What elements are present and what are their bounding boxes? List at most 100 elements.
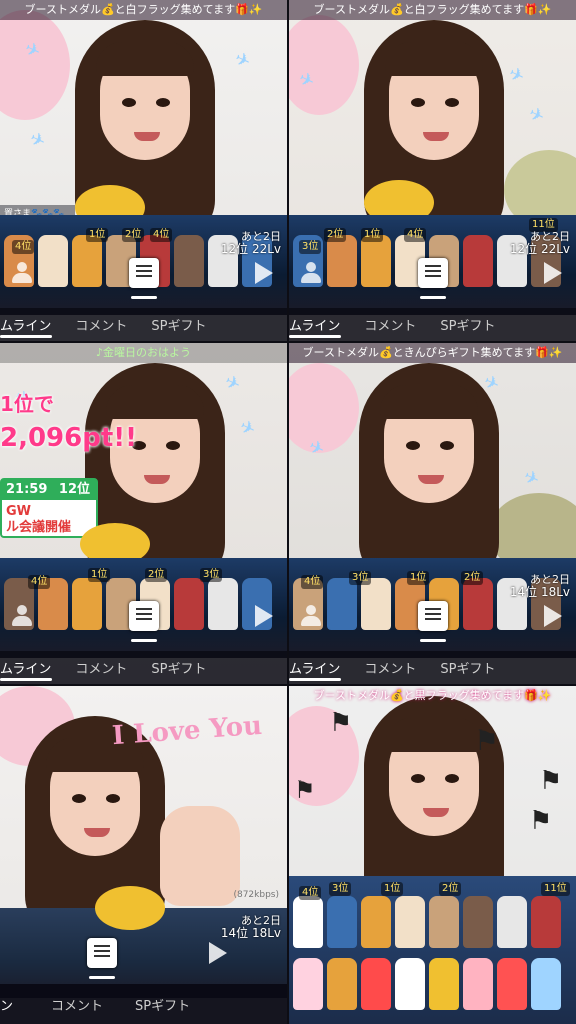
- rank-badge: 1位: [407, 571, 430, 585]
- play-icon[interactable]: [544, 605, 562, 627]
- document-icon[interactable]: [129, 601, 159, 631]
- rank-badge: 2位: [122, 228, 145, 242]
- document-indicator: [131, 296, 157, 299]
- event-clock-panel: 21:59 12位 GW ル会議開催: [0, 478, 98, 538]
- event-rank: 12位: [58, 482, 90, 497]
- document-icon[interactable]: [418, 258, 448, 288]
- tab-timeline[interactable]: ムライン: [289, 315, 350, 334]
- stream-tile-3[interactable]: ✈ ✈ ✈ 1位で 2,096pt!! 21:59 12位 GW ル会議開催 ♪…: [0, 343, 287, 684]
- stream-tile-6[interactable]: ⚑ ⚑ ⚑ ⚑ ⚑ ブーストメダル💰と黒フラッグ集めてます🎁✨ 4位 3位 1位…: [289, 686, 576, 1024]
- tab-sp-gift[interactable]: SPギフト: [135, 995, 200, 1014]
- tab-sp-gift[interactable]: SPギフト: [151, 658, 216, 677]
- fan-characters: [289, 958, 576, 1018]
- event-rank: 12位: [220, 242, 249, 256]
- rank-badge: 2位: [439, 882, 462, 896]
- play-icon[interactable]: [209, 942, 227, 964]
- stream-tile-5[interactable]: I Love You (872kbps) あと2日 14位 18Lv ン コメン…: [0, 686, 287, 1024]
- event-subtitle: ル会議開催: [6, 520, 72, 535]
- black-flag-sticker: ⚑: [539, 766, 563, 796]
- clock-time: 21:59: [6, 482, 48, 497]
- stream-tile-2[interactable]: ✈ ✈ ✈ ブーストメダル💰と白フラッグ集めてます🎁✨ 3位 1位 4位 2位 …: [289, 0, 576, 341]
- document-indicator: [131, 639, 157, 642]
- event-rank: 14位: [220, 926, 249, 940]
- rank-badge: 4位: [12, 240, 35, 254]
- ranking-characters: [289, 896, 576, 956]
- document-indicator: [420, 296, 446, 299]
- tab-timeline[interactable]: ムライン: [0, 658, 61, 677]
- active-tab-indicator: [0, 678, 52, 681]
- document-icon[interactable]: [129, 258, 159, 288]
- event-info: あと2日 12位 22Lv: [510, 230, 570, 256]
- stream-banner: ブーストメダル💰と黒フラッグ集めてます🎁✨: [313, 689, 552, 702]
- rank-badge: 11位: [541, 882, 570, 896]
- rank-badge: 1位: [88, 568, 111, 582]
- active-tab-indicator: [289, 335, 341, 338]
- rank-badge: 1位: [86, 228, 109, 242]
- tab-sp-gift[interactable]: SPギフト: [440, 315, 505, 334]
- active-tab-indicator: [0, 335, 52, 338]
- rank-badge: 2位: [324, 228, 347, 242]
- level: 22Lv: [251, 242, 281, 256]
- black-flag-sticker: ⚑: [474, 724, 500, 757]
- rank-badge: 4位: [28, 575, 51, 589]
- tab-comment[interactable]: コメント: [51, 995, 113, 1014]
- rank-announcement-text: 1位で: [0, 392, 54, 416]
- user-icon[interactable]: [301, 605, 321, 627]
- user-icon[interactable]: [301, 262, 321, 284]
- tab-timeline[interactable]: ムライン: [289, 658, 350, 677]
- rank-badge: 1位: [381, 882, 404, 896]
- stream-grid: ✈ ✈ ✈ 置さま🐾🐾🐾🐾 ブーストメダル💰と白フラッグ集めてます🎁✨ 4位 1…: [0, 0, 576, 1024]
- play-icon[interactable]: [255, 262, 273, 284]
- rank-badge: 3位: [200, 568, 223, 582]
- rank-badge: 3位: [349, 571, 372, 585]
- stream-banner: ブーストメダル💰と白フラッグ集めてます🎁✨: [0, 0, 287, 20]
- user-icon[interactable]: [12, 262, 32, 284]
- angel-mascot: [95, 886, 165, 930]
- stream-banner: ♪金曜日のおはよう: [0, 343, 287, 363]
- tab-comment[interactable]: コメント: [364, 658, 426, 677]
- user-icon[interactable]: [12, 605, 32, 627]
- rank-badge: 4位: [301, 575, 324, 589]
- event-rank: 12位: [509, 242, 538, 256]
- tab-timeline[interactable]: ムライン: [0, 315, 61, 334]
- rank-badge: 4位: [299, 886, 322, 900]
- document-indicator: [420, 639, 446, 642]
- tab-bar: ン コメント SPギフト: [0, 984, 287, 1024]
- rank-badge: 2位: [145, 568, 168, 582]
- stream-banner: ブーストメダル💰と白フラッグ集めてます🎁✨: [289, 0, 576, 20]
- rank-badge: 4位: [150, 228, 173, 242]
- event-title: GW: [6, 504, 32, 519]
- rank-badge: 4位: [404, 228, 427, 242]
- event-info: あと2日 14位 18Lv: [221, 914, 281, 940]
- points-text: 2,096pt!!: [0, 423, 137, 453]
- peace-hand: [160, 806, 240, 906]
- level: 22Lv: [540, 242, 570, 256]
- black-flag-sticker: ⚑: [294, 776, 316, 804]
- stream-banner: ブーストメダル💰ときんぴらギフト集めてます🎁✨: [289, 343, 576, 363]
- tab-timeline[interactable]: ン: [0, 995, 23, 1014]
- tab-sp-gift[interactable]: SPギフト: [151, 315, 216, 334]
- rank-announcement: 1位で 2,096pt!!: [0, 388, 137, 468]
- tab-comment[interactable]: コメント: [364, 315, 426, 334]
- active-tab-indicator: [289, 678, 341, 681]
- event-rank: 14位: [509, 585, 538, 599]
- level: 18Lv: [540, 585, 570, 599]
- stream-tile-1[interactable]: ✈ ✈ ✈ 置さま🐾🐾🐾🐾 ブーストメダル💰と白フラッグ集めてます🎁✨ 4位 1…: [0, 0, 287, 341]
- event-info: あと2日 14位 18Lv: [510, 573, 570, 599]
- play-icon[interactable]: [544, 262, 562, 284]
- black-flag-sticker: ⚑: [529, 806, 553, 836]
- tab-comment[interactable]: コメント: [75, 315, 137, 334]
- bitrate-label: (872kbps): [233, 890, 279, 900]
- tab-sp-gift[interactable]: SPギフト: [440, 658, 505, 677]
- play-icon[interactable]: [255, 605, 273, 627]
- event-info: あと2日 12位 22Lv: [221, 230, 281, 256]
- document-icon[interactable]: [87, 938, 117, 968]
- rank-badge: 3位: [299, 240, 322, 254]
- black-flag-sticker: ⚑: [329, 708, 353, 738]
- rank-badge: 1位: [361, 228, 384, 242]
- level: 18Lv: [251, 926, 281, 940]
- document-indicator: [89, 976, 115, 979]
- stream-tile-4[interactable]: ✈ ✈ ✈ ブーストメダル💰ときんぴらギフト集めてます🎁✨ 4位 3位 1位 2…: [289, 343, 576, 684]
- document-icon[interactable]: [418, 601, 448, 631]
- tab-comment[interactable]: コメント: [75, 658, 137, 677]
